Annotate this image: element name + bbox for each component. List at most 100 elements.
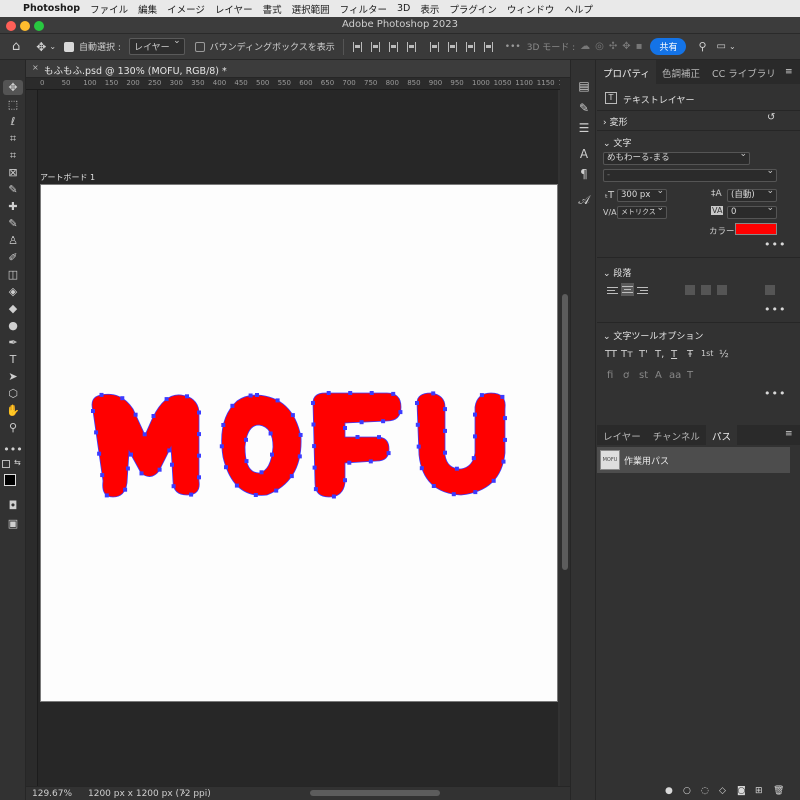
anchor-point[interactable] — [221, 423, 226, 427]
menu-app-name[interactable]: Photoshop — [23, 3, 80, 14]
menu-file[interactable]: ファイル — [90, 2, 128, 16]
anchor-point[interactable] — [386, 451, 391, 456]
tab-cc-libraries[interactable]: CC ライブラリ — [706, 60, 782, 84]
delete-path-icon[interactable]: 🗑 — [773, 786, 784, 796]
quick-mask-icon[interactable]: ◘ — [3, 498, 23, 513]
pen-tool-icon[interactable]: ✒ — [3, 335, 23, 350]
frame-tool-icon[interactable]: ⊠ — [3, 165, 23, 180]
paragraph-section-header[interactable]: ⌄ 段落 — [603, 266, 631, 279]
anchor-point[interactable] — [416, 444, 421, 449]
anchor-point[interactable] — [151, 414, 156, 418]
justify-last-left-icon[interactable] — [685, 285, 695, 295]
anchor-point[interactable] — [185, 394, 189, 399]
anchor-point[interactable] — [326, 391, 331, 395]
type-tool-icon[interactable]: T — [3, 352, 23, 367]
all-caps-icon[interactable]: TT — [605, 349, 617, 360]
anchor-point[interactable] — [343, 426, 347, 430]
anchor-point[interactable] — [157, 467, 162, 472]
align-vertical-center-icon[interactable] — [447, 41, 457, 52]
anchor-point[interactable] — [139, 471, 144, 476]
anchor-point[interactable] — [431, 391, 436, 396]
distribute-horizontal-icon[interactable] — [483, 41, 493, 52]
anchor-point[interactable] — [94, 430, 99, 435]
workspace-chevron-icon[interactable]: ⌄ — [729, 42, 736, 51]
subscript-icon[interactable]: T, — [655, 349, 664, 360]
bounding-box-checkbox[interactable] — [194, 41, 205, 52]
menu-view[interactable]: 表示 — [420, 2, 439, 16]
quick-selection-tool-icon[interactable]: ⌗ — [3, 131, 23, 146]
tool-preset-chevron-icon[interactable]: ⌄ — [49, 42, 56, 51]
character-section-header[interactable]: ⌄ 文字 — [603, 136, 631, 149]
anchor-point[interactable] — [473, 412, 477, 417]
anchor-point[interactable] — [454, 466, 459, 471]
new-path-icon[interactable]: ⊞ — [755, 786, 763, 796]
adjustments-icon[interactable]: ☰ — [576, 120, 592, 136]
3d-slide-icon[interactable]: ✥ — [622, 41, 630, 52]
reset-transform-icon[interactable]: ↺ — [767, 112, 775, 123]
tracking-field[interactable]: 0 — [727, 203, 777, 219]
close-document-icon[interactable]: × — [32, 63, 39, 72]
move-tool-icon[interactable]: ✥ — [3, 80, 23, 95]
crop-tool-icon[interactable]: ⌗ — [3, 148, 23, 163]
anchor-point[interactable] — [500, 394, 505, 399]
justify-last-center-icon[interactable] — [701, 285, 711, 295]
workspace-icon[interactable]: ▭ — [717, 41, 726, 52]
paragraph-panel-icon[interactable]: ¶ — [576, 166, 592, 182]
anchor-point[interactable] — [259, 470, 264, 475]
tab-paths[interactable]: パス — [705, 425, 737, 445]
align-text-left-icon[interactable] — [607, 285, 618, 295]
menu-select[interactable]: 選択範囲 — [292, 2, 330, 16]
anchor-point[interactable] — [230, 403, 235, 408]
anchor-point[interactable] — [104, 493, 109, 498]
hand-tool-icon[interactable]: ✋ — [3, 403, 23, 418]
anchor-point[interactable] — [290, 413, 295, 418]
old-style-icon[interactable]: ơ — [623, 370, 629, 381]
anchor-point[interactable] — [189, 492, 194, 497]
more-options-icon[interactable]: ••• — [505, 42, 521, 52]
align-bottom-icon[interactable] — [465, 41, 475, 52]
anchor-point[interactable] — [129, 452, 133, 457]
anchor-point[interactable] — [391, 391, 396, 396]
tab-properties[interactable]: プロパティ — [597, 60, 656, 84]
panel-menu-icon[interactable]: ≡ — [785, 67, 793, 77]
stylistic-alternates-icon[interactable]: aa — [669, 370, 681, 381]
foreground-color-swatch[interactable] — [4, 474, 16, 486]
anchor-point[interactable] — [219, 444, 224, 449]
anchor-point[interactable] — [312, 444, 317, 449]
anchor-point[interactable] — [501, 459, 506, 464]
anchor-point[interactable] — [97, 451, 102, 456]
fractions-icon[interactable]: ½ — [719, 349, 729, 360]
anchor-point[interactable] — [125, 466, 130, 471]
anchor-point[interactable] — [289, 474, 294, 479]
anchor-point[interactable] — [503, 416, 507, 421]
align-text-center-icon[interactable] — [621, 283, 634, 296]
anchor-point[interactable] — [313, 487, 318, 492]
more-tools-icon[interactable]: ••• — [3, 442, 23, 457]
anchor-point[interactable] — [133, 412, 138, 417]
anchor-point[interactable] — [99, 392, 104, 397]
titling-alternates-icon[interactable]: T — [687, 370, 693, 381]
anchor-point[interactable] — [244, 437, 248, 442]
stroke-path-icon[interactable]: ○ — [683, 786, 691, 796]
menu-plugins[interactable]: プラグイン — [449, 2, 497, 16]
font-family-dropdown[interactable]: めもわーる-まる — [603, 149, 750, 165]
brush-tool-icon[interactable]: ✎ — [3, 216, 23, 231]
anchor-point[interactable] — [419, 466, 424, 471]
anchor-point[interactable] — [443, 407, 447, 412]
justify-all-icon[interactable] — [765, 285, 775, 295]
anchor-point[interactable] — [312, 465, 317, 470]
ligatures-icon[interactable]: fi — [607, 370, 613, 381]
discretionary-ligatures-icon[interactable]: st — [639, 370, 648, 381]
anchor-point[interactable] — [348, 391, 353, 395]
kerning-field[interactable]: メトリクス — [617, 203, 667, 219]
distribute-vertical-icon[interactable] — [406, 41, 416, 52]
menu-filter[interactable]: フィルター — [340, 2, 387, 16]
glyphs-panel-icon[interactable]: 𝒜 — [576, 192, 592, 208]
anchor-point[interactable] — [100, 473, 105, 478]
auto-select-checkbox[interactable] — [64, 41, 75, 52]
tab-layers[interactable]: レイヤー — [597, 425, 647, 445]
move-tool-icon[interactable]: ✥ — [36, 40, 46, 54]
shape-tool-icon[interactable]: ⬡ — [3, 386, 23, 401]
anchor-point[interactable] — [270, 452, 274, 457]
strikethrough-icon[interactable]: Ŧ — [687, 349, 693, 360]
